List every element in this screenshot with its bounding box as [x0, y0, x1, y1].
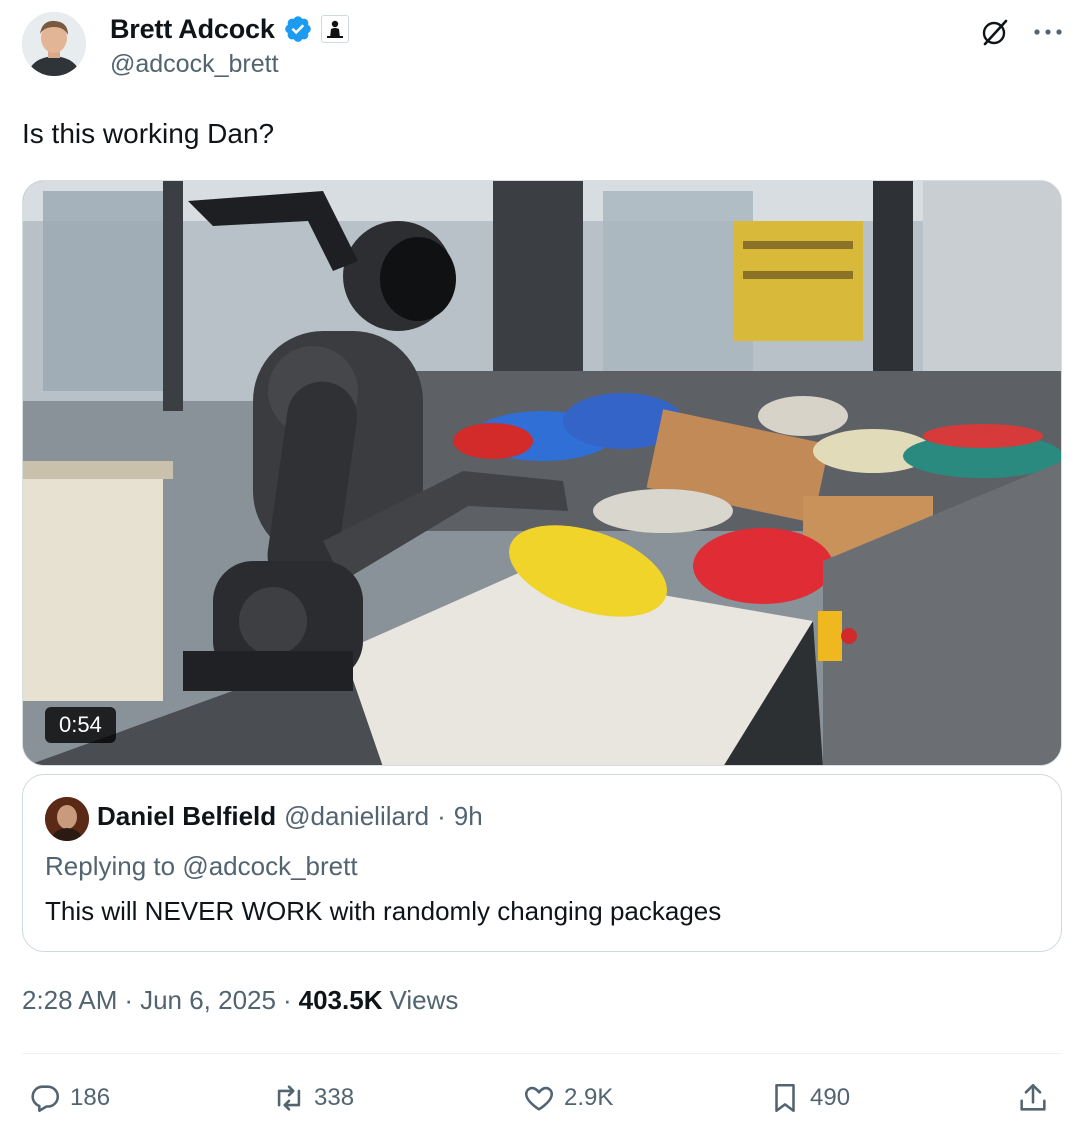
- views-label: Views: [389, 985, 459, 1015]
- repost-icon: [277, 1085, 301, 1111]
- bookmark-button[interactable]: 490: [768, 1078, 850, 1118]
- author-avatar-image: [22, 12, 86, 76]
- quoted-author-name[interactable]: Daniel Belfield: [97, 801, 276, 832]
- author-avatar[interactable]: [22, 12, 86, 76]
- tweet-meta: 2:28 AM · Jun 6, 2025 · 403.5K Views: [22, 985, 458, 1016]
- replying-handle[interactable]: @adcock_brett: [182, 851, 357, 881]
- tweet-time[interactable]: 2:28 AM: [22, 985, 117, 1016]
- divider: [22, 1053, 1062, 1054]
- like-count: 2.9K: [564, 1084, 614, 1111]
- bookmark-count: 490: [810, 1084, 851, 1111]
- tweet-text: Is this working Dan?: [22, 118, 275, 149]
- reply-count: 186: [70, 1084, 111, 1111]
- tweet-video[interactable]: [22, 180, 1062, 766]
- replying-prefix: Replying to: [45, 851, 176, 881]
- author-name[interactable]: Brett Adcock: [110, 14, 275, 45]
- author-name-row: Brett Adcock: [110, 12, 349, 46]
- video-frame: [23, 181, 1061, 765]
- verified-badge-icon[interactable]: [283, 14, 313, 44]
- repost-button[interactable]: 338: [272, 1078, 354, 1118]
- quoted-header: Daniel Belfield @danielilard · 9h: [97, 801, 483, 832]
- meta-separator: ·: [282, 985, 292, 1015]
- share-icon: [1020, 1083, 1046, 1111]
- tweet-date[interactable]: Jun 6, 2025: [140, 985, 276, 1016]
- reply-icon: [31, 1085, 60, 1113]
- like-button[interactable]: 2.9K: [522, 1078, 613, 1118]
- more-icon[interactable]: [1028, 12, 1068, 52]
- affiliate-badge-icon[interactable]: [320, 15, 349, 43]
- reply-button[interactable]: 186: [28, 1078, 110, 1118]
- repost-count: 338: [314, 1084, 355, 1111]
- heart-icon: [524, 1086, 554, 1111]
- quoted-author-avatar[interactable]: [45, 797, 89, 841]
- share-button[interactable]: [1016, 1078, 1050, 1118]
- quoted-time[interactable]: 9h: [454, 801, 483, 832]
- quoted-text: This will NEVER WORK with randomly chang…: [45, 896, 722, 926]
- grok-icon[interactable]: [975, 12, 1015, 52]
- quoted-tweet[interactable]: Daniel Belfield @danielilard · 9h Replyi…: [22, 774, 1062, 952]
- bookmark-icon: [775, 1083, 795, 1113]
- quoted-separator: ·: [437, 801, 446, 831]
- action-bar: 186 338 2.9K 490: [0, 1078, 1080, 1118]
- author-handle[interactable]: @adcock_brett: [110, 50, 279, 79]
- video-duration-badge: 0:54: [45, 707, 116, 743]
- quoted-author-handle[interactable]: @danielilard: [284, 801, 429, 832]
- meta-separator: ·: [124, 985, 134, 1015]
- quoted-replying-to: Replying to @adcock_brett: [45, 851, 358, 882]
- views-count[interactable]: 403.5K: [299, 985, 383, 1016]
